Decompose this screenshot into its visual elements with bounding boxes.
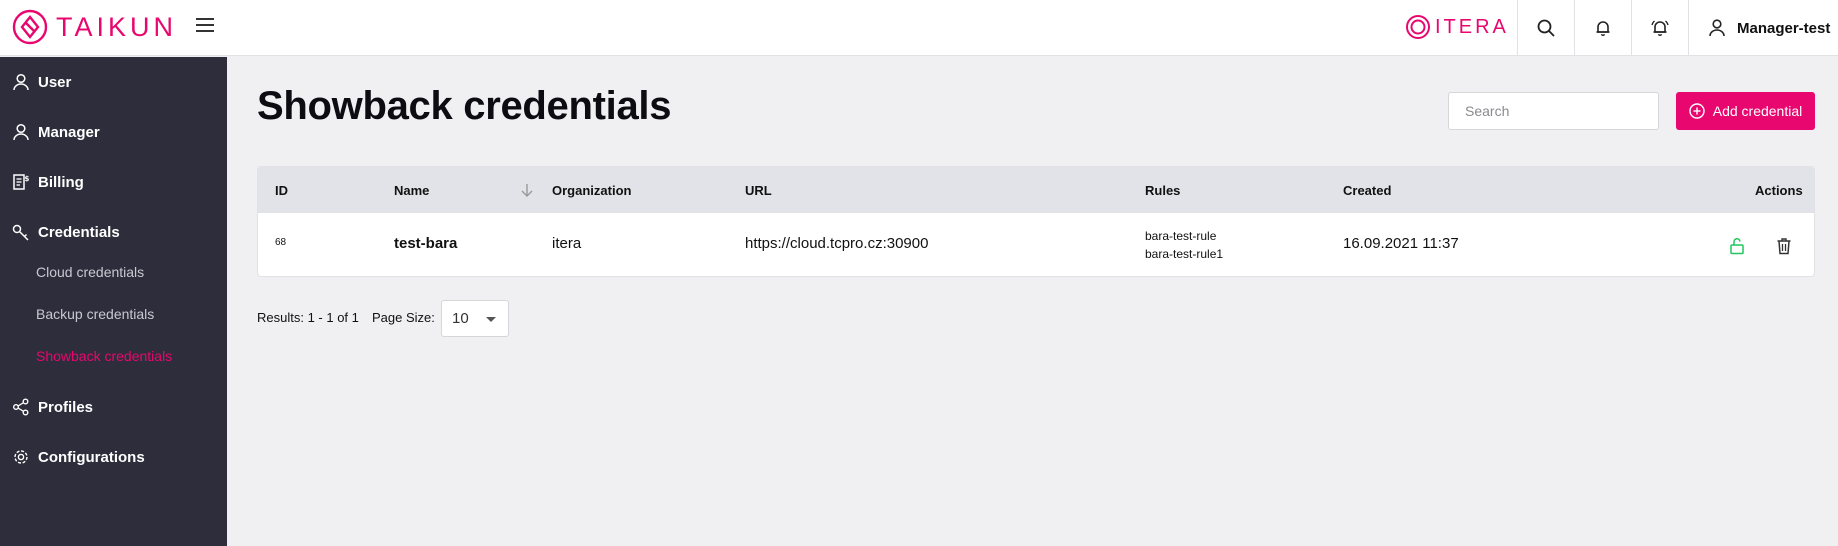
unlock-icon: [1730, 238, 1744, 255]
search-icon: [1537, 19, 1555, 37]
page-size-label: Page Size:: [372, 310, 435, 325]
taikun-logo[interactable]: TAIKUN: [12, 8, 177, 46]
rule-item: bara-test-rule: [1145, 229, 1217, 243]
page-size-value: 10: [452, 310, 469, 327]
sidebar-item-manager[interactable]: Manager: [0, 114, 227, 150]
sidebar-subitem-cloud-credentials[interactable]: Cloud credentials: [36, 260, 144, 284]
itera-logo-icon: [1406, 15, 1430, 39]
cell-url: https://cloud.tcpro.cz:30900: [745, 235, 929, 252]
user-icon: [13, 73, 29, 91]
search-input[interactable]: [1448, 92, 1659, 130]
table-header: ID Name Organization URL Rules Created A…: [258, 167, 1814, 213]
bell-ring-icon: [1651, 20, 1669, 37]
sidebar-subitem-showback-credentials[interactable]: Showback credentials: [36, 344, 172, 368]
chevron-down-icon: [486, 317, 496, 322]
column-header-organization[interactable]: Organization: [552, 167, 631, 213]
billing-icon: $: [13, 174, 30, 190]
plus-circle-icon: [1689, 103, 1705, 119]
cell-created: 16.09.2021 11:37: [1343, 235, 1459, 252]
top-bar: TAIKUN ITERA Manager-test: [0, 0, 1838, 56]
alerts-button[interactable]: [1631, 0, 1688, 56]
user-menu[interactable]: Manager-test: [1688, 0, 1838, 56]
cell-id: 68: [275, 237, 287, 248]
column-header-name[interactable]: Name: [394, 167, 429, 213]
bell-icon: [1596, 21, 1610, 37]
brand-text: ITERA: [1435, 15, 1509, 38]
sidebar-item-configurations[interactable]: Configurations: [0, 439, 227, 475]
sidebar-item-label: User: [38, 73, 72, 91]
itera-brand: ITERA: [1405, 12, 1509, 42]
column-header-id[interactable]: ID: [275, 167, 288, 213]
trash-icon: [1777, 238, 1791, 255]
logo-text: TAIKUN: [56, 11, 178, 42]
table-row: 68 test-bara itera https://cloud.tcpro.c…: [258, 213, 1814, 276]
cell-organization: itera: [552, 235, 582, 252]
sidebar-item-label: Profiles: [38, 398, 94, 416]
search-button[interactable]: [1517, 0, 1574, 56]
sidebar-item-label: Billing: [38, 173, 84, 191]
add-credential-button[interactable]: Add credential: [1676, 92, 1815, 130]
sidebar-item-user[interactable]: User: [0, 64, 227, 100]
delete-button[interactable]: [1773, 235, 1795, 257]
menu-toggle-icon[interactable]: [193, 14, 217, 38]
gear-icon: [14, 450, 28, 464]
sidebar-subitem-backup-credentials[interactable]: Backup credentials: [36, 302, 154, 326]
sidebar-item-label: Credentials: [38, 223, 120, 241]
share-icon: [13, 398, 29, 416]
sidebar-item-profiles[interactable]: Profiles: [0, 389, 227, 425]
column-header-created[interactable]: Created: [1343, 167, 1391, 213]
sidebar-item-credentials[interactable]: Credentials: [0, 214, 227, 250]
page-size-select[interactable]: 10: [441, 300, 509, 337]
credentials-table: ID Name Organization URL Rules Created A…: [257, 166, 1815, 277]
column-header-url[interactable]: URL: [745, 167, 772, 213]
column-header-rules[interactable]: Rules: [1145, 167, 1180, 213]
results-count: Results: 1 - 1 of 1: [257, 310, 359, 325]
rule-item: bara-test-rule1: [1145, 247, 1224, 261]
key-icon: [12, 224, 29, 241]
add-credential-label: Add credential: [1712, 103, 1803, 119]
notifications-button[interactable]: [1574, 0, 1631, 56]
svg-text:$: $: [25, 175, 30, 183]
sidebar-item-label: Manager: [38, 123, 100, 141]
sort-arrow-icon[interactable]: [520, 182, 534, 198]
unlock-button[interactable]: [1726, 235, 1748, 257]
sidebar: User Manager $ Billing Credentials Cloud…: [0, 57, 227, 546]
cell-rules: bara-test-rule bara-test-rule1: [1145, 227, 1223, 263]
cell-name: test-bara: [394, 235, 458, 252]
user-icon: [1709, 19, 1725, 37]
column-header-actions: Actions: [1755, 182, 1803, 198]
sidebar-item-billing[interactable]: $ Billing: [0, 164, 227, 200]
taikun-logo-icon: [12, 9, 48, 45]
manager-icon: [13, 123, 29, 141]
user-name: Manager-test: [1737, 19, 1831, 37]
page-title: Showback credentials: [257, 84, 672, 128]
sidebar-item-label: Configurations: [38, 448, 145, 466]
